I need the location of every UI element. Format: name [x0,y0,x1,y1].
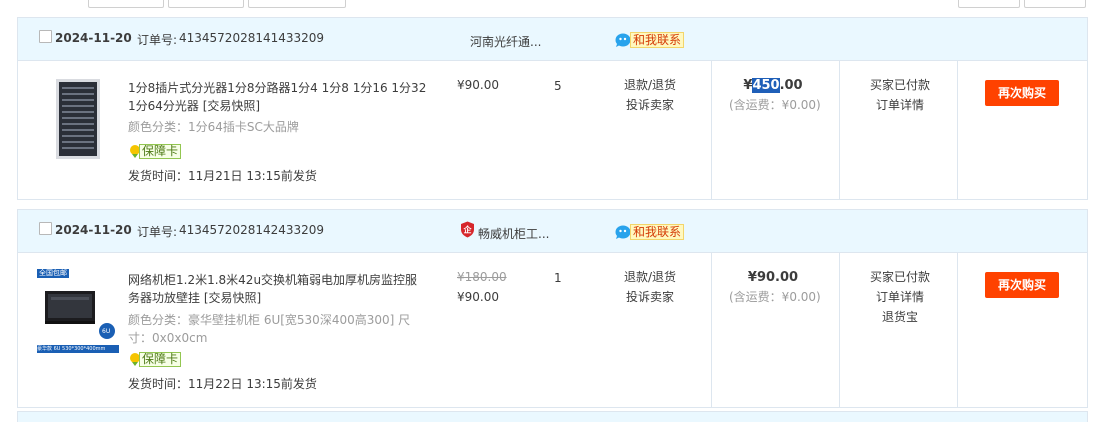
column-divider [839,253,840,407]
complain-seller-link[interactable]: 投诉卖家 [612,287,688,307]
total-decimals: .00 [779,78,803,93]
unit-price: ¥90.00 [457,78,499,92]
quantity: 5 [554,79,562,93]
order-card: 2024-11-20 订单号: 4134572028142433209 企 畅威… [17,209,1088,408]
product-title-link[interactable]: 1分8插片式分光器1分8分路器1分4 1分8 1分16 1分32 1分64分光器… [128,79,428,115]
rebuy-button[interactable]: 再次购买 [985,80,1059,106]
contact-seller-button[interactable]: 和我联系 [615,224,685,240]
toolbar-button[interactable] [958,0,1020,8]
return-insurance-link[interactable]: 退货宝 [857,307,943,327]
ship-time: 发货时间：11月22日 13:15前发货 [128,377,317,391]
order-total: ¥450.00 (含运费：¥0.00) [729,77,821,115]
shop-name-link[interactable]: 畅威机柜工... [478,225,549,242]
shipping-fee: (含运费：¥0.00) [729,98,821,112]
toolbar-button[interactable] [88,0,164,8]
shipping-fee: (含运费：¥0.00) [729,290,821,304]
order-item: 1分8插片式分光器1分8分路器1分4 1分8 1分16 1分32 1分64分光器… [18,61,1087,199]
order-checkbox[interactable] [39,30,52,43]
column-divider [711,253,712,407]
column-divider [839,61,840,199]
order-number-label: 订单号: [137,225,178,239]
column-divider [957,253,958,407]
toolbar-button[interactable] [1024,0,1086,8]
top-toolbar [0,0,1095,8]
order-date: 2024-11-20 [55,31,132,45]
order-detail-link[interactable]: 订单详情 [857,287,943,307]
shop-name-link[interactable]: 河南光纤通... [470,33,541,50]
order-number: 4134572028141433209 [179,31,325,45]
order-number-label: 订单号: [137,33,178,47]
guarantee-badge[interactable]: 保障卡 [128,351,182,367]
total-selected-text: 450 [752,78,780,93]
refund-link[interactable]: 退款/退货 [612,267,688,287]
unit-price: ¥90.00 [457,290,499,304]
rebuy-button[interactable]: 再次购买 [985,272,1059,298]
complain-seller-link[interactable]: 投诉卖家 [612,95,688,115]
original-price: ¥180.00 [457,270,507,284]
status-text: 买家已付款 [869,78,930,92]
refund-link[interactable]: 退款/退货 [612,75,688,95]
ship-time: 发货时间：11月21日 13:15前发货 [128,169,317,183]
guarantee-badge[interactable]: 保障卡 [128,143,182,159]
contact-seller-label: 和我联系 [630,32,685,48]
order-status: 买家已付款 订单详情 [857,75,943,115]
cabinet-image [45,291,115,339]
product-variant: 颜色分类：1分64插卡SC大品牌 [128,120,299,134]
after-sale-links: 退款/退货 投诉卖家 [612,267,688,307]
next-order-header [17,411,1088,422]
guarantee-label: 保障卡 [139,143,182,159]
size-badge: 6U [102,328,111,335]
order-date: 2024-11-20 [55,223,132,237]
order-header: 2024-11-20 订单号: 4134572028142433209 企 畅威… [18,210,1087,253]
toolbar-button[interactable] [168,0,244,8]
order-header: 2024-11-20 订单号: 4134572028141433209 河南光纤… [18,18,1087,61]
after-sale-links: 退款/退货 投诉卖家 [612,75,688,115]
order-total: ¥90.00 (含运费：¥0.00) [729,269,821,307]
product-thumbnail[interactable] [56,79,100,159]
product-thumbnail[interactable]: 全国包邮 6U 豪华款 6U 530*300*400mm [37,269,119,353]
total-amount: ¥90.00 [747,270,799,285]
guarantee-label: 保障卡 [139,351,182,367]
order-checkbox[interactable] [39,222,52,235]
toolbar-button[interactable] [248,0,346,8]
order-number: 4134572028142433209 [179,223,325,237]
order-item: 全国包邮 6U 豪华款 6U 530*300*400mm 网络机柜1.2米1.8… [18,253,1087,407]
product-title-link[interactable]: 网络机柜1.2米1.8米42u交换机箱弱电加厚机房监控服务器功放壁挂 [交易快照… [128,271,428,307]
shop-shield-icon: 企 [461,221,474,238]
status-text: 买家已付款 [869,270,930,284]
contact-seller-button[interactable]: 和我联系 [615,32,685,48]
order-status: 买家已付款 订单详情 退货宝 [857,267,943,327]
column-divider [711,61,712,199]
svg-text:企: 企 [463,225,473,235]
quantity: 1 [554,271,562,285]
order-detail-link[interactable]: 订单详情 [857,95,943,115]
order-card: 2024-11-20 订单号: 4134572028141433209 河南光纤… [17,17,1088,200]
product-variant: 颜色分类：豪华壁挂机柜 6U[宽530深400高300] 尺寸：0x0x0cm [128,313,411,345]
thumb-caption: 豪华款 6U 530*300*400mm [37,345,119,353]
contact-seller-label: 和我联系 [630,224,685,240]
column-divider [957,61,958,199]
